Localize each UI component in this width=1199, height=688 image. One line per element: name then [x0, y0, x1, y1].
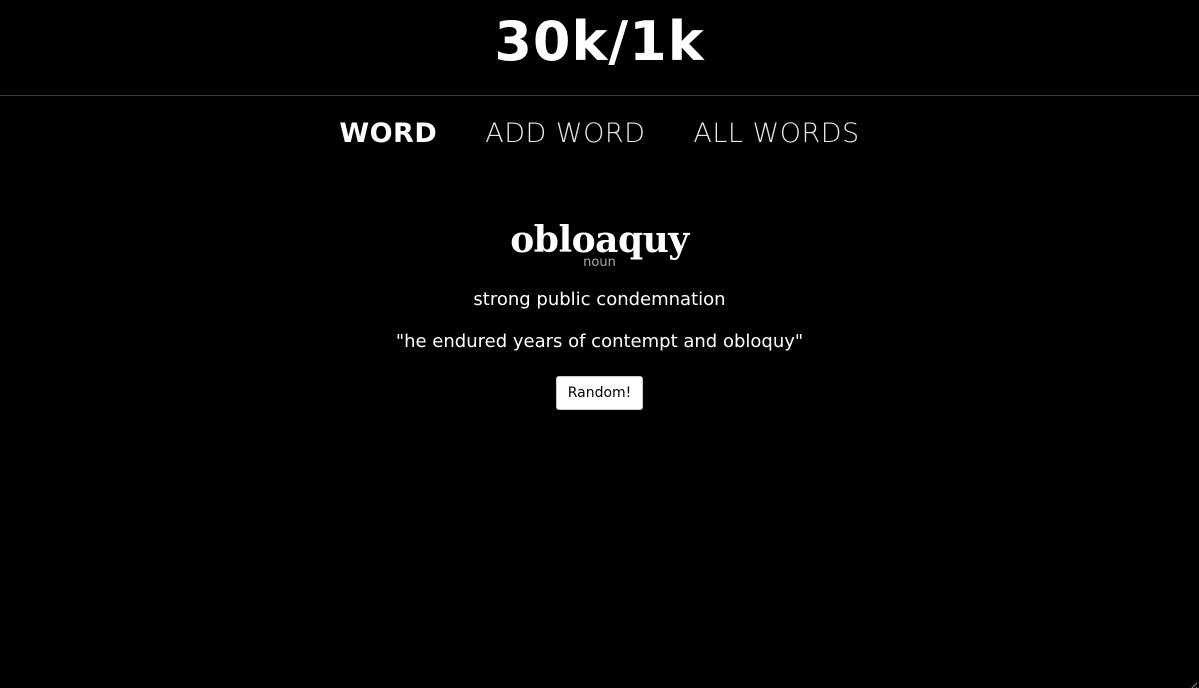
word-part-of-speech: noun: [583, 255, 616, 270]
word-example: "he endured years of contempt and obloqu…: [395, 331, 804, 352]
main-nav: WORD ADD WORD ALL WORDS: [0, 112, 1199, 154]
nav-link-add-word[interactable]: ADD WORD: [485, 118, 645, 149]
resize-grip-icon[interactable]: [1187, 676, 1198, 688]
random-button[interactable]: Random!: [555, 376, 644, 410]
nav-link-word[interactable]: WORD: [339, 118, 437, 149]
word-definition: strong public condemnation: [473, 289, 726, 310]
word-card: obloaquy noun strong public condemnation…: [0, 218, 1199, 410]
site-title: 30k/1k: [494, 10, 705, 73]
site-header: 30k/1k: [0, 0, 1199, 96]
nav-link-all-words[interactable]: ALL WORDS: [693, 118, 859, 149]
